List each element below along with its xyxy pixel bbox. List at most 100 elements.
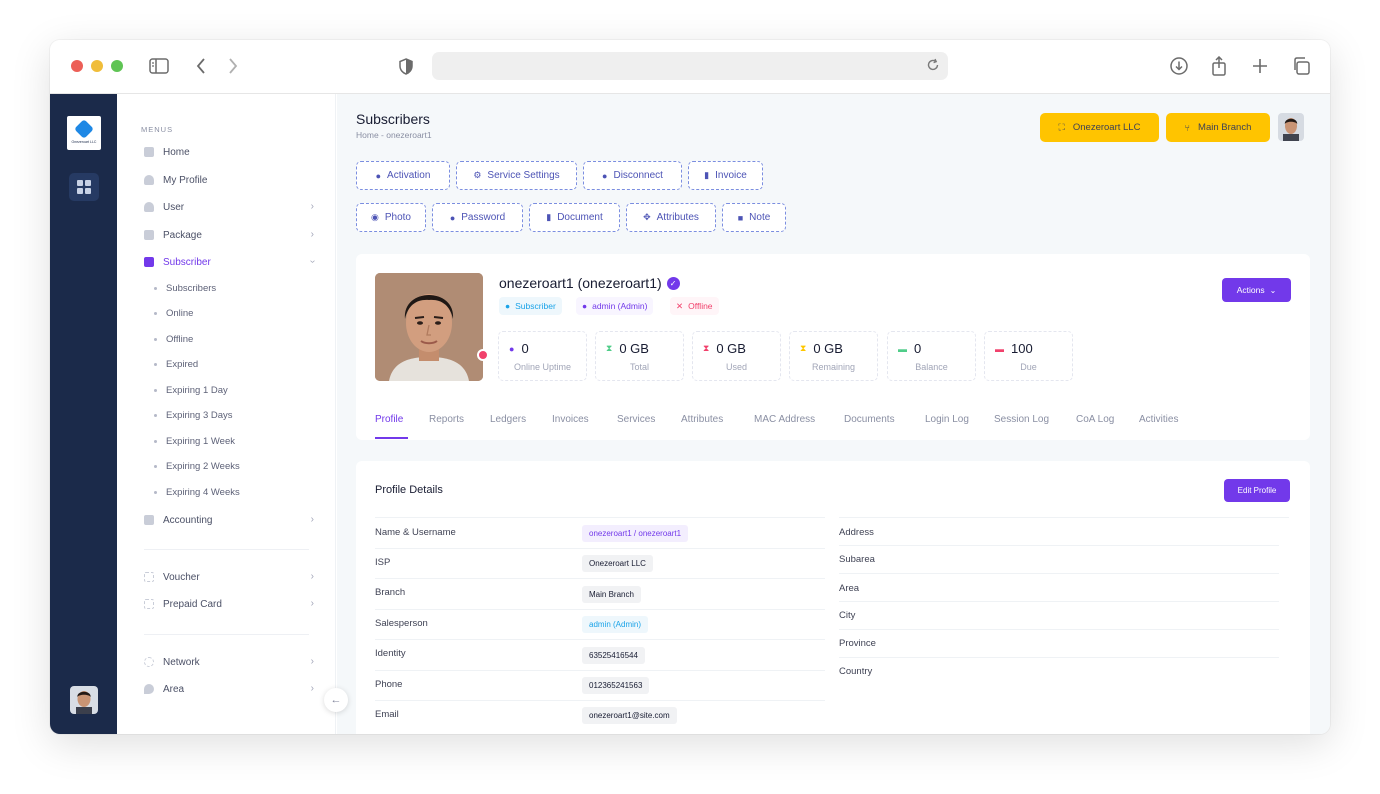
chevron-right-icon: › — [310, 201, 314, 212]
button-label: Document — [557, 212, 603, 223]
collapse-sidebar-button[interactable]: ← — [324, 688, 348, 712]
tab-ledgers[interactable]: Ledgers — [490, 414, 526, 425]
row-divider — [839, 657, 1279, 658]
sidebar-item-subscriber[interactable]: Subscriber › — [144, 253, 318, 271]
edit-profile-button[interactable]: Edit Profile — [1224, 479, 1290, 502]
tab-activities[interactable]: Activities — [1139, 414, 1178, 425]
sidebar-toggle-icon[interactable] — [148, 55, 170, 77]
address-bar[interactable] — [432, 52, 948, 80]
submenu-item-expired[interactable]: Expired — [154, 356, 198, 372]
detail-value-name: onezeroart1 / onezeroart1 — [582, 525, 689, 542]
branch-icon: ⑂ — [1184, 122, 1191, 133]
submenu-item-expiring-4-weeks[interactable]: Expiring 4 Weeks — [154, 484, 240, 500]
stat-value: ⧗ 0 GB — [703, 341, 746, 356]
submenu-label: Offline — [166, 333, 194, 345]
tab-documents[interactable]: Documents — [844, 414, 895, 425]
tab-mac-address[interactable]: MAC Address — [754, 414, 815, 425]
branch-button[interactable]: ⑂ Main Branch — [1166, 113, 1270, 142]
detail-value-isp: Onezeroart LLC — [582, 555, 653, 572]
invoice-button[interactable]: ▮ Invoice — [688, 161, 763, 190]
attributes-button[interactable]: ✥ Attributes — [626, 203, 716, 232]
detail-value-phone: 012365241563 — [582, 677, 650, 694]
row-divider — [375, 639, 825, 640]
sidebar-item-voucher[interactable]: Voucher › — [144, 568, 314, 586]
sidebar-item-package[interactable]: Package › — [144, 226, 314, 244]
close-icon: ✕ — [676, 300, 684, 311]
photo-button[interactable]: ◉ Photo — [356, 203, 426, 232]
tab-attributes[interactable]: Attributes — [681, 414, 723, 425]
actions-dropdown-button[interactable]: Actions ⌄ — [1222, 278, 1291, 302]
sidebar-item-prepaid-card[interactable]: Prepaid Card › — [144, 595, 314, 613]
arrow-left-icon: ← — [330, 694, 342, 706]
sidebar-item-label: Home — [163, 146, 190, 158]
stat-online-uptime: ● 0 Online Uptime — [498, 331, 587, 381]
submenu-label: Expired — [166, 358, 199, 370]
tab-session-log[interactable]: Session Log — [994, 414, 1049, 425]
rail-user-avatar[interactable] — [70, 686, 98, 714]
submenu-item-expiring-3-days[interactable]: Expiring 3 Days — [154, 407, 233, 423]
badge-label: Offline — [688, 301, 713, 311]
branch-button-label: Main Branch — [1198, 122, 1252, 133]
stat-number: 0 GB — [716, 341, 746, 356]
tab-profile[interactable]: Profile — [375, 414, 403, 425]
button-label: Attributes — [656, 212, 699, 223]
submenu-item-expiring-1-week[interactable]: Expiring 1 Week — [154, 433, 235, 449]
stat-balance: ▬ 0 Balance — [887, 331, 976, 381]
row-divider — [839, 517, 1289, 518]
dashboard-grid-button[interactable] — [69, 173, 99, 201]
detail-value-salesperson[interactable]: admin (Admin) — [582, 616, 649, 633]
tab-login-log[interactable]: Login Log — [925, 414, 969, 425]
company-button[interactable]: ⛶ Onezeroart LLC — [1040, 113, 1159, 142]
submenu-item-expiring-1-day[interactable]: Expiring 1 Day — [154, 382, 228, 398]
sidebar-item-user[interactable]: User › — [144, 198, 314, 216]
disconnect-button[interactable]: ● Disconnect — [583, 161, 682, 190]
download-icon[interactable] — [1168, 55, 1190, 77]
new-tab-icon[interactable] — [1250, 55, 1270, 77]
minimize-window-button[interactable] — [91, 60, 103, 72]
sidebar-item-area[interactable]: Area › — [144, 680, 314, 698]
password-button[interactable]: ● Password — [432, 203, 523, 232]
user-avatar[interactable] — [1278, 113, 1304, 141]
sidebar-item-accounting[interactable]: Accounting › — [144, 511, 314, 529]
back-icon[interactable] — [193, 55, 209, 77]
tab-coa-log[interactable]: CoA Log — [1076, 414, 1114, 425]
submenu-item-subscribers[interactable]: Subscribers — [154, 280, 216, 296]
submenu-item-online[interactable]: Online — [154, 305, 193, 321]
money-icon: ▬ — [898, 343, 907, 354]
share-icon[interactable] — [1210, 55, 1228, 77]
sidebar-item-label: Package — [163, 229, 202, 241]
note-button[interactable]: ■ Note — [722, 203, 786, 232]
creator-badge: ● admin (Admin) — [576, 297, 654, 315]
detail-label-branch: Branch — [375, 587, 406, 598]
chevron-right-icon: › — [310, 656, 314, 667]
tab-services[interactable]: Services — [617, 414, 655, 425]
submenu-label: Expiring 1 Week — [166, 435, 235, 447]
map-pin-icon — [144, 684, 154, 694]
brand-logo[interactable]: Onezeroart LLC — [67, 116, 101, 150]
reload-icon[interactable] — [926, 58, 940, 77]
shield-icon[interactable] — [397, 55, 415, 77]
clock-icon: ● — [509, 343, 515, 354]
user-icon — [144, 202, 154, 212]
tab-invoices[interactable]: Invoices — [552, 414, 589, 425]
submenu-item-offline[interactable]: Offline — [154, 331, 193, 347]
bullet-icon — [154, 362, 157, 366]
chevron-right-icon: › — [310, 229, 314, 240]
sidebar-item-network[interactable]: Network › — [144, 653, 314, 671]
row-divider — [375, 517, 825, 518]
sidebar-item-home[interactable]: Home — [144, 143, 314, 161]
status-badge: ✕ Offline — [670, 297, 719, 315]
zoom-window-button[interactable] — [111, 60, 123, 72]
sidebar-item-my-profile[interactable]: My Profile — [144, 171, 314, 189]
document-button[interactable]: ▮ Document — [529, 203, 620, 232]
badge-label: admin (Admin) — [592, 301, 648, 311]
profile-details-card: Profile Details Edit Profile Name & User… — [356, 461, 1310, 734]
tab-reports[interactable]: Reports — [429, 414, 464, 425]
close-window-button[interactable] — [71, 60, 83, 72]
tabs-overview-icon[interactable] — [1291, 55, 1311, 77]
submenu-item-expiring-2-weeks[interactable]: Expiring 2 Weeks — [154, 458, 240, 474]
service-settings-button[interactable]: ⚙ Service Settings — [456, 161, 577, 190]
activation-button[interactable]: ● Activation — [356, 161, 450, 190]
home-icon — [144, 147, 154, 157]
forward-icon[interactable] — [225, 55, 241, 77]
